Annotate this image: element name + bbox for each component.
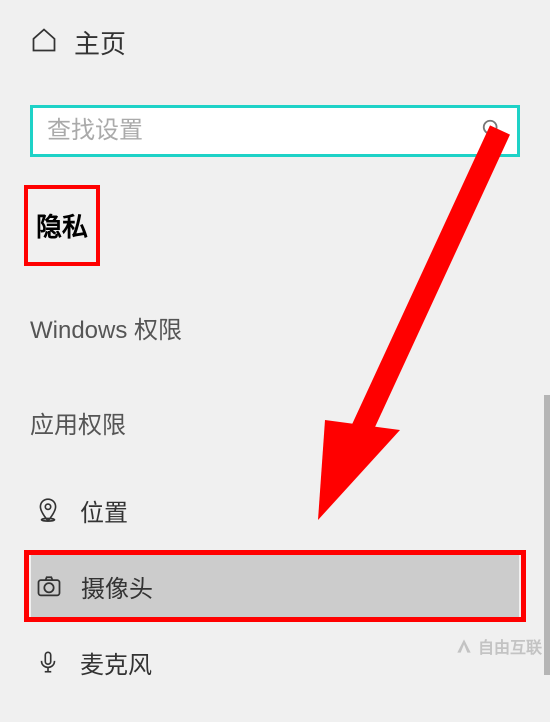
scrollbar[interactable]	[544, 395, 550, 675]
home-link[interactable]: 主页	[30, 24, 520, 61]
watermark: 自由互联	[454, 634, 542, 658]
sidebar-item-label: 摄像头	[81, 569, 153, 604]
microphone-icon	[34, 648, 62, 676]
search-icon	[481, 118, 503, 145]
home-label: 主页	[74, 24, 126, 61]
sidebar-item-label: 位置	[80, 493, 128, 528]
sidebar-item-label: 麦克风	[80, 645, 152, 680]
home-icon	[30, 26, 58, 59]
sidebar-item-location[interactable]: 位置	[30, 480, 520, 540]
search-input[interactable]	[47, 117, 481, 145]
highlight-privacy: 隐私	[24, 185, 100, 266]
section-app-permissions: 应用权限	[30, 405, 520, 440]
location-icon	[34, 496, 62, 524]
sidebar-item-camera[interactable]: 摄像头	[31, 555, 519, 617]
section-windows-permissions: Windows 权限	[30, 310, 520, 345]
sidebar-item-microphone[interactable]: 麦克风	[30, 632, 520, 692]
search-box[interactable]	[30, 105, 520, 157]
category-privacy[interactable]: 隐私	[34, 193, 90, 258]
highlight-camera: 摄像头	[24, 550, 526, 622]
camera-icon	[35, 572, 63, 600]
